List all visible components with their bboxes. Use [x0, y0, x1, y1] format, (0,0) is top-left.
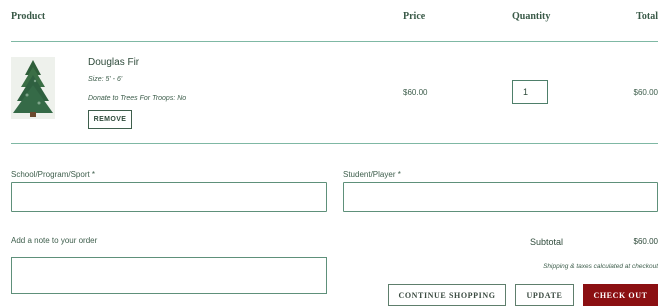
quantity-input[interactable] — [512, 80, 548, 104]
update-button[interactable]: UPDATE — [515, 284, 574, 306]
subtotal-value: $60.00 — [633, 237, 658, 246]
school-program-label: School/Program/Sport * — [11, 170, 96, 179]
checkout-button[interactable]: CHECK OUT — [583, 284, 658, 306]
order-note-label: Add a note to your order — [11, 236, 98, 245]
shipping-note: Shipping & taxes calculated at checkout — [543, 263, 658, 270]
row-divider — [11, 143, 658, 144]
product-size: Size: 5' - 6' — [88, 76, 123, 83]
product-name[interactable]: Douglas Fir — [88, 57, 139, 68]
product-image[interactable] — [11, 57, 55, 119]
continue-shopping-button[interactable]: CONTINUE SHOPPING — [388, 284, 506, 306]
remove-button[interactable]: REMOVE — [88, 110, 132, 129]
school-program-input[interactable] — [11, 182, 327, 212]
student-player-input[interactable] — [343, 182, 658, 212]
header-quantity: Quantity — [512, 11, 551, 22]
student-player-label: Student/Player * — [343, 170, 401, 179]
header-product: Product — [11, 11, 46, 22]
subtotal-label: Subtotal — [530, 237, 564, 247]
header-total: Total — [636, 11, 658, 22]
header-divider — [11, 41, 658, 42]
item-price: $60.00 — [403, 88, 428, 97]
order-note-textarea[interactable] — [11, 257, 327, 294]
item-total: $60.00 — [633, 88, 658, 97]
christmas-tree-icon — [11, 57, 55, 119]
product-donate-option: Donate to Trees For Troops: No — [88, 95, 187, 102]
header-price: Price — [403, 11, 426, 22]
